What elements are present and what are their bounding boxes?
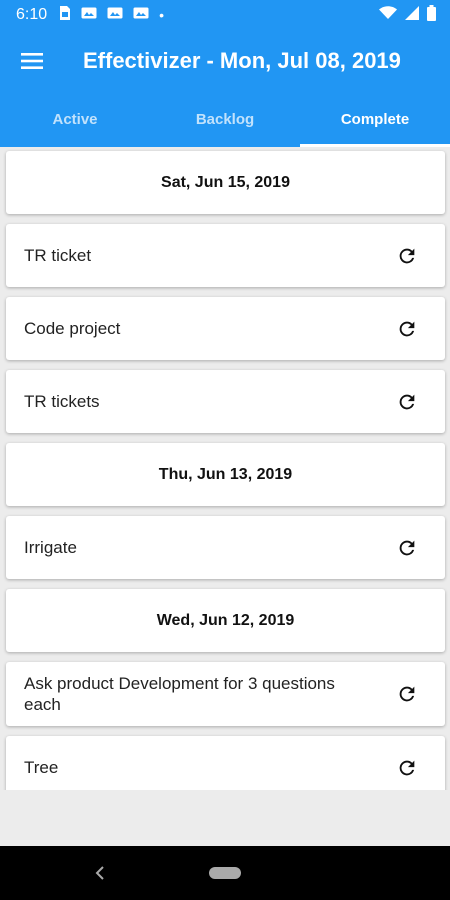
- restore-button[interactable]: [379, 380, 435, 424]
- task-item[interactable]: Code project: [6, 297, 445, 360]
- task-title: TR tickets: [24, 392, 100, 411]
- photo-icon: [133, 6, 149, 24]
- task-title: Irrigate: [24, 538, 77, 557]
- date-header-label: Sat, Jun 15, 2019: [161, 173, 290, 191]
- restore-button[interactable]: [379, 234, 435, 278]
- battery-icon: [427, 4, 436, 26]
- tab-complete[interactable]: Complete: [300, 92, 450, 147]
- hamburger-menu-icon: [21, 53, 43, 69]
- restore-button[interactable]: [379, 746, 435, 790]
- task-title: TR ticket: [24, 246, 92, 265]
- refresh-icon: [399, 686, 415, 702]
- restore-button[interactable]: [379, 526, 435, 570]
- status-bar: 6:10 •: [0, 0, 450, 30]
- restore-button[interactable]: [379, 672, 435, 716]
- photo-icon: [107, 6, 123, 24]
- date-header: Sat, Jun 15, 2019: [6, 151, 445, 214]
- app-bar: Effectivizer - Mon, Jul 08, 2019: [0, 30, 450, 92]
- task-item[interactable]: Tree: [6, 736, 445, 790]
- menu-button[interactable]: [0, 30, 64, 92]
- sim-icon: [59, 5, 71, 26]
- home-button[interactable]: [209, 867, 241, 879]
- task-item[interactable]: TR ticket: [6, 224, 445, 287]
- back-button[interactable]: [88, 859, 112, 887]
- dot-icon: •: [159, 7, 165, 23]
- system-icons: [379, 4, 436, 26]
- task-item[interactable]: TR tickets: [6, 370, 445, 433]
- tab-active[interactable]: Active: [0, 92, 150, 147]
- refresh-icon: [399, 321, 415, 336]
- refresh-icon: [399, 394, 415, 409]
- date-header: Thu, Jun 13, 2019: [6, 443, 445, 506]
- system-navigation-bar: [0, 846, 450, 900]
- task-title: Ask product Development for 3 questions …: [24, 674, 335, 714]
- task-title: Code project: [24, 319, 121, 338]
- status-time: 6:10: [16, 6, 48, 23]
- chevron-left-icon: [95, 866, 104, 880]
- tab-bar: Active Backlog Complete: [0, 92, 450, 147]
- app-title: Effectivizer - Mon, Jul 08, 2019: [83, 48, 401, 73]
- date-header: Wed, Jun 12, 2019: [6, 589, 445, 652]
- date-header-label: Wed, Jun 12, 2019: [156, 611, 295, 629]
- completed-task-list[interactable]: Sat, Jun 15, 2019 TR ticket Code project…: [0, 147, 450, 790]
- signal-icon: [405, 5, 419, 25]
- tab-backlog[interactable]: Backlog: [150, 92, 300, 147]
- task-item[interactable]: Ask product Development for 3 questions …: [6, 662, 445, 726]
- photo-icon: [81, 6, 97, 24]
- wifi-icon: [379, 5, 397, 25]
- task-title: Tree: [24, 758, 59, 777]
- date-header-label: Thu, Jun 13, 2019: [158, 465, 293, 483]
- notification-icons: •: [59, 5, 164, 26]
- refresh-icon: [399, 760, 415, 775]
- restore-button[interactable]: [379, 307, 435, 351]
- task-item[interactable]: Irrigate: [6, 516, 445, 579]
- refresh-icon: [399, 540, 415, 555]
- refresh-icon: [399, 248, 415, 263]
